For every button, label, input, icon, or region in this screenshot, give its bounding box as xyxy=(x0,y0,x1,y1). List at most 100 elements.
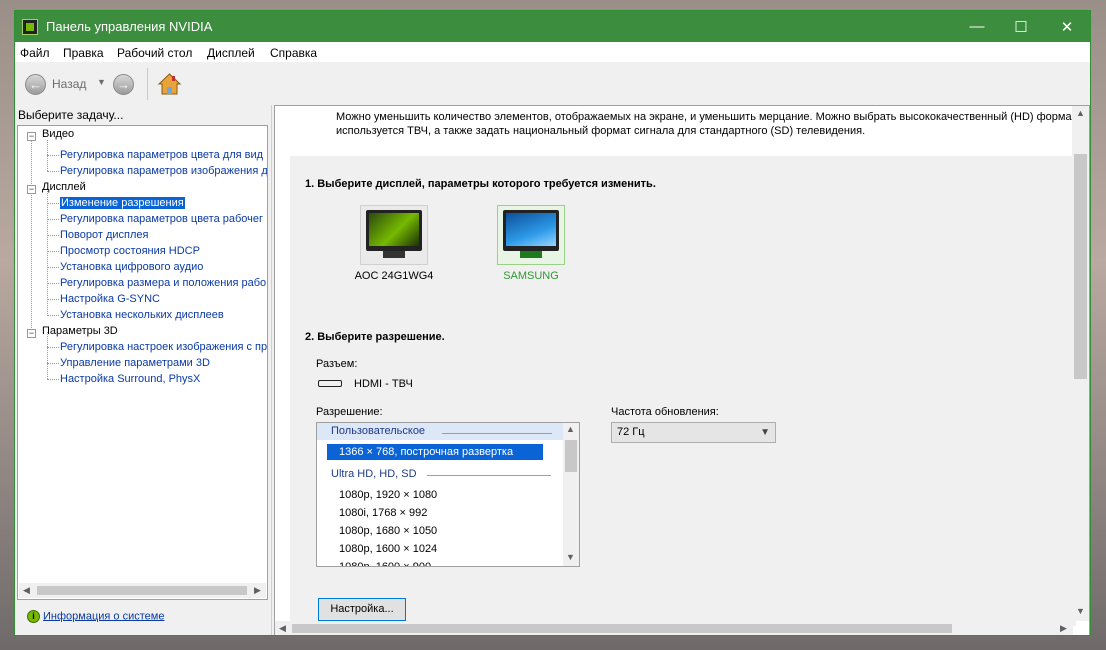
resolution-option[interactable]: 1080i, 1768 × 992 xyxy=(339,505,427,521)
close-icon: ✕ xyxy=(1060,18,1074,36)
tree-node-display[interactable]: Дисплей xyxy=(42,180,86,195)
nvidia-wallpaper xyxy=(369,213,419,246)
scroll-thumb[interactable] xyxy=(1074,154,1087,379)
tree-item-manage-3d[interactable]: Управление параметрами 3D xyxy=(60,356,210,371)
nvidia-logo-icon xyxy=(22,19,38,35)
tree-item-video-color[interactable]: Регулировка параметров цвета для вид xyxy=(60,148,263,163)
maximize-button[interactable]: ☐ xyxy=(998,11,1044,42)
info-icon: i xyxy=(27,610,40,623)
scroll-right-icon[interactable]: ▶ xyxy=(1056,623,1071,634)
refresh-rate-label: Частота обновления: xyxy=(611,406,719,418)
resolution-option[interactable]: 1080p, 1600 × 1024 xyxy=(339,541,437,557)
tree-guide xyxy=(47,363,59,364)
tree-item-desktop-size[interactable]: Регулировка размера и положения рабо xyxy=(60,276,266,291)
tree-guide xyxy=(47,299,59,300)
task-pane-heading: Выберите задачу... xyxy=(18,108,124,122)
display-samsung[interactable] xyxy=(497,205,565,265)
resolution-option[interactable]: 1080p, 1920 × 1080 xyxy=(339,487,437,503)
tree-item-change-resolution[interactable]: Изменение разрешения xyxy=(60,196,185,211)
system-info-link[interactable]: i Информация о системе xyxy=(27,610,164,623)
task-pane: Выберите задачу... − Видео Регулировка п… xyxy=(15,105,271,635)
tree-node-3d-settings[interactable]: Параметры 3D xyxy=(42,324,118,339)
collapse-display-toggle[interactable]: − xyxy=(27,185,36,194)
tree-item-rotate-display[interactable]: Поворот дисплея xyxy=(60,228,148,243)
menu-help[interactable]: Справка xyxy=(270,46,317,60)
tree-guide xyxy=(47,332,48,379)
home-icon xyxy=(157,73,182,95)
resolution-list-scrollbar[interactable]: ▲ ▼ xyxy=(563,423,579,566)
menu-edit[interactable]: Правка xyxy=(63,46,104,60)
monitor-stand xyxy=(520,251,542,258)
tree-item-gsync[interactable]: Настройка G-SYNC xyxy=(60,292,160,307)
tree-item-3d-preview[interactable]: Регулировка настроек изображения с пр xyxy=(60,340,267,355)
scroll-up-icon[interactable]: ▲ xyxy=(563,424,578,434)
tree-item-hdcp-status[interactable]: Просмотр состояния HDCP xyxy=(60,244,200,259)
tree-item-digital-audio[interactable]: Установка цифрового аудио xyxy=(60,260,203,275)
app-window: Панель управления NVIDIA — ☐ ✕ Файл Прав… xyxy=(14,10,1091,636)
collapse-video-toggle[interactable]: − xyxy=(27,132,36,141)
arrow-left-icon: ← xyxy=(29,77,42,92)
content-pane: Можно уменьшить количество элементов, от… xyxy=(274,105,1090,635)
tree-guide xyxy=(47,188,48,316)
display-aoc-label: AOC 24G1WG4 xyxy=(354,270,434,282)
menu-desktop[interactable]: Рабочий стол xyxy=(117,46,192,60)
tree-guide xyxy=(47,315,59,316)
tree-guide xyxy=(47,171,59,172)
window-title: Панель управления NVIDIA xyxy=(46,19,213,34)
scroll-up-icon[interactable]: ▲ xyxy=(1073,108,1088,118)
scroll-thumb[interactable] xyxy=(292,624,952,633)
resolution-option[interactable]: 1080p, 1600 × 900 xyxy=(339,559,431,566)
resolution-list[interactable]: Пользовательское 1366 × 768, построчная … xyxy=(316,422,580,567)
tree-guide xyxy=(47,155,59,156)
group-custom: Пользовательское xyxy=(331,425,426,437)
scroll-thumb[interactable] xyxy=(565,440,577,472)
tree-guide xyxy=(31,140,32,332)
minimize-button[interactable]: — xyxy=(954,11,1000,42)
close-button[interactable]: ✕ xyxy=(1044,11,1090,42)
tree-item-surround-physx[interactable]: Настройка Surround, PhysX xyxy=(60,372,200,387)
connector-value: HDMI - ТВЧ xyxy=(354,378,413,390)
display-aoc[interactable] xyxy=(360,205,428,265)
tree-item-desktop-color[interactable]: Регулировка параметров цвета рабочег xyxy=(60,212,263,227)
tree-guide xyxy=(47,219,59,220)
resolution-option-custom[interactable]: 1366 × 768, построчная развертка xyxy=(339,444,513,460)
system-info-label[interactable]: Информация о системе xyxy=(43,610,164,622)
resolution-option[interactable]: 1080p, 1680 × 1050 xyxy=(339,523,437,539)
refresh-rate-value: 72 Гц xyxy=(617,426,645,438)
forward-button[interactable]: → xyxy=(113,74,134,95)
hdmi-icon xyxy=(318,380,342,387)
back-button[interactable]: ← xyxy=(25,74,46,95)
home-button[interactable] xyxy=(157,72,182,97)
collapse-3d-toggle[interactable]: − xyxy=(27,329,36,338)
scroll-left-icon[interactable]: ◀ xyxy=(275,623,290,634)
arrow-right-icon: → xyxy=(117,77,130,92)
menu-display[interactable]: Дисплей xyxy=(207,46,255,60)
customize-button[interactable]: Настройка... xyxy=(318,598,406,621)
refresh-rate-select[interactable]: 72 Гц ▼ xyxy=(611,422,776,443)
scroll-left-icon[interactable]: ◀ xyxy=(19,585,34,596)
content-horizontal-scrollbar[interactable]: ◀ ▶ xyxy=(275,621,1073,635)
tree-node-video[interactable]: Видео xyxy=(42,127,74,142)
monitor-icon xyxy=(503,210,559,251)
tree-item-multiple-displays[interactable]: Установка нескольких дисплеев xyxy=(60,308,224,323)
connector-label: Разъем: xyxy=(316,358,358,370)
scroll-down-icon[interactable]: ▼ xyxy=(1073,606,1088,616)
tree-guide xyxy=(47,203,59,204)
menu-file[interactable]: Файл xyxy=(20,46,50,60)
title-bar: Панель управления NVIDIA — ☐ ✕ xyxy=(15,11,1090,42)
content-vertical-scrollbar[interactable]: ▲ ▼ xyxy=(1072,106,1089,621)
tree-horizontal-scrollbar[interactable]: ◀ ▶ xyxy=(19,583,266,598)
scroll-down-icon[interactable]: ▼ xyxy=(563,552,578,562)
scroll-right-icon[interactable]: ▶ xyxy=(250,585,265,596)
back-label[interactable]: Назад xyxy=(52,77,86,91)
tree-guide xyxy=(47,235,59,236)
chevron-down-icon[interactable]: ▼ xyxy=(97,77,106,87)
tree-guide xyxy=(47,379,59,380)
display-samsung-label: SAMSUNG xyxy=(503,270,559,282)
tree-item-video-image[interactable]: Регулировка параметров изображения д xyxy=(60,164,267,179)
step2-heading: 2. Выберите разрешение. xyxy=(305,331,445,343)
toolbar-divider xyxy=(147,68,148,100)
scroll-thumb[interactable] xyxy=(37,586,247,595)
settings-panel: 1. Выберите дисплей, параметры которого … xyxy=(290,156,1076,626)
menu-bar: Файл Правка Рабочий стол Дисплей Справка xyxy=(15,42,1090,62)
